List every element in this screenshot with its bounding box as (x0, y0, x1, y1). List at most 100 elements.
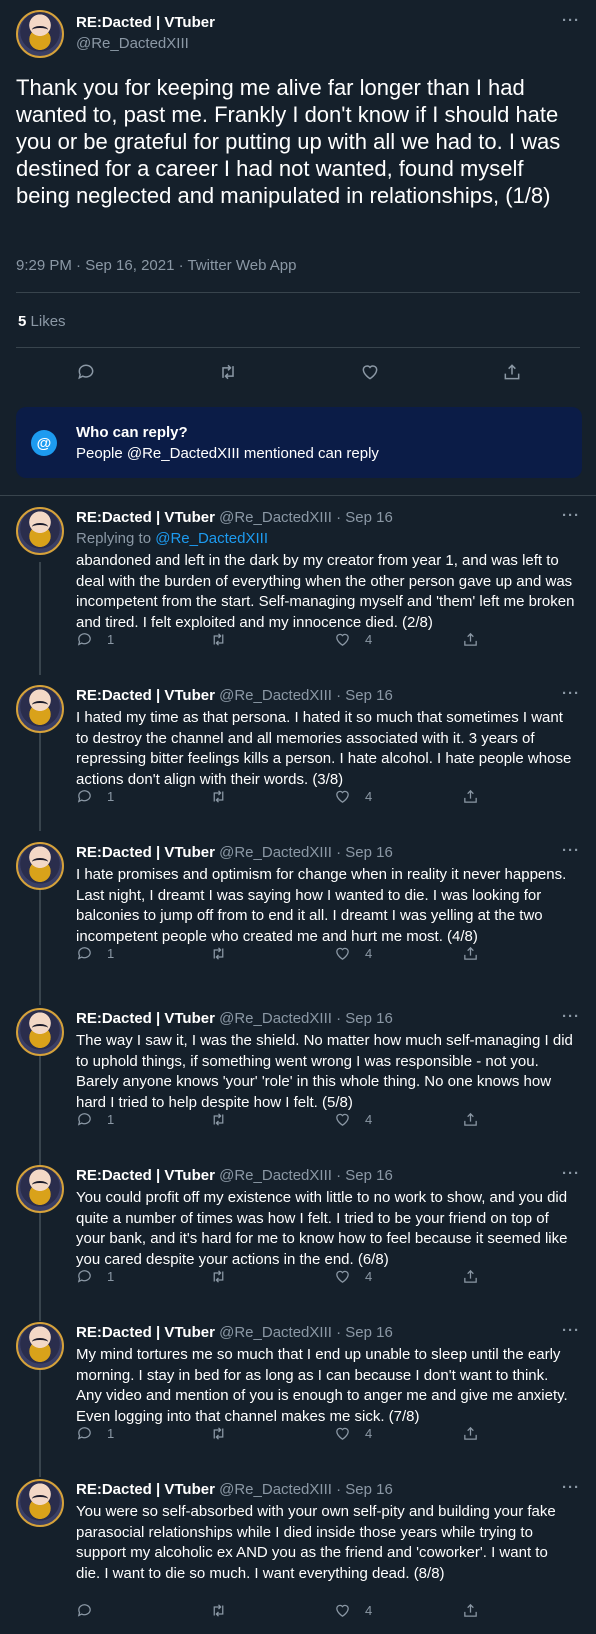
share-button[interactable] (462, 631, 493, 648)
reply-actions: 1 4 (76, 631, 576, 655)
comment-icon (77, 790, 91, 803)
avatar[interactable] (16, 685, 64, 733)
more-icon[interactable]: ··· (562, 507, 580, 524)
comment-icon (77, 947, 91, 960)
tweet-date[interactable]: Sep 16 (345, 1167, 393, 1184)
more-icon[interactable]: ··· (562, 1322, 580, 1339)
reply-header: RE:Dacted | VTuber @Re_DactedXIII · Sep … (76, 844, 393, 861)
retweet-button[interactable] (210, 788, 241, 805)
more-icon[interactable]: ··· (562, 1008, 580, 1025)
share-button[interactable] (462, 1425, 493, 1442)
share-button[interactable] (462, 1268, 493, 1285)
reply-tweet[interactable]: RE:Dacted | VTuber @Re_DactedXIII · Sep … (0, 497, 596, 670)
like-button[interactable]: 4 (334, 788, 372, 805)
tweet-date[interactable]: Sep 16 (345, 509, 393, 526)
author-name[interactable]: RE:Dacted | VTuber (76, 1481, 215, 1498)
author-name[interactable]: RE:Dacted | VTuber (76, 509, 215, 526)
reply-button[interactable]: 1 (76, 1425, 114, 1442)
author-handle[interactable]: @Re_DactedXIII (219, 1324, 332, 1341)
more-icon[interactable]: ··· (562, 12, 580, 29)
avatar[interactable] (16, 10, 64, 58)
share-button[interactable] (462, 1111, 493, 1128)
retweet-button[interactable] (210, 1425, 241, 1442)
share-button[interactable] (462, 788, 493, 805)
reply-button[interactable]: 1 (76, 1268, 114, 1285)
reply-tweet[interactable]: RE:Dacted | VTuber @Re_DactedXIII · Sep … (0, 998, 596, 1149)
reply-button[interactable]: 1 (76, 1111, 114, 1128)
comment-icon (77, 633, 91, 646)
reply-tweet[interactable]: RE:Dacted | VTuber @Re_DactedXIII · Sep … (0, 1312, 596, 1463)
avatar[interactable] (16, 1322, 64, 1370)
likes-label: Likes (30, 313, 66, 330)
avatar[interactable] (16, 1479, 64, 1527)
likes-count[interactable]: 5 Likes (18, 313, 66, 330)
reply-text: abandoned and left in the dark by my cre… (76, 552, 575, 631)
replying-to-link[interactable]: @Re_DactedXIII (155, 530, 268, 547)
separator-dot: · (336, 1167, 342, 1184)
retweet-button[interactable] (210, 945, 241, 962)
author-name[interactable]: RE:Dacted | VTuber (76, 844, 215, 861)
like-count: 4 (365, 1112, 373, 1127)
share-icon (464, 789, 477, 803)
avatar[interactable] (16, 1008, 64, 1056)
author-name[interactable]: RE:Dacted | VTuber (76, 14, 215, 31)
comment-icon (77, 1604, 91, 1617)
reply-button[interactable]: 1 (76, 788, 114, 805)
avatar[interactable] (16, 842, 64, 890)
reply-tweet[interactable]: RE:Dacted | VTuber @Re_DactedXIII · Sep … (0, 1155, 596, 1306)
reply-button[interactable]: 1 (76, 945, 114, 962)
like-button[interactable]: 4 (334, 631, 372, 648)
tweet-date[interactable]: Sep 16 (345, 687, 393, 704)
like-button[interactable] (358, 360, 382, 384)
retweet-button[interactable] (216, 360, 240, 384)
like-button[interactable]: 4 (334, 945, 372, 962)
share-icon (504, 364, 520, 380)
heart-icon (336, 947, 349, 960)
heart-icon (336, 1604, 349, 1617)
comment-icon (77, 1427, 91, 1440)
avatar[interactable] (16, 507, 64, 555)
reply-text: The way I saw it, I was the shield. No m… (76, 1032, 573, 1111)
like-button[interactable]: 4 (334, 1602, 372, 1619)
reply-tweet[interactable]: RE:Dacted | VTuber @Re_DactedXIII · Sep … (0, 1469, 596, 1629)
tweet-date[interactable]: Sep 16 (345, 1481, 393, 1498)
tweet-meta[interactable]: 9:29 PM · Sep 16, 2021 · Twitter Web App (16, 257, 296, 274)
author-handle[interactable]: @Re_DactedXIII (219, 687, 332, 704)
reply-tweet[interactable]: RE:Dacted | VTuber @Re_DactedXIII · Sep … (0, 675, 596, 826)
reply-button[interactable] (74, 360, 98, 384)
more-icon[interactable]: ··· (562, 685, 580, 702)
reply-header: RE:Dacted | VTuber @Re_DactedXIII · Sep … (76, 1324, 393, 1341)
author-name[interactable]: RE:Dacted | VTuber (76, 1167, 215, 1184)
retweet-button[interactable] (210, 1602, 241, 1619)
like-button[interactable]: 4 (334, 1425, 372, 1442)
author-handle[interactable]: @Re_DactedXIII (219, 1481, 332, 1498)
like-button[interactable]: 4 (334, 1268, 372, 1285)
more-icon[interactable]: ··· (562, 842, 580, 859)
tweet-date[interactable]: Sep 16 (345, 844, 393, 861)
tweet-date[interactable]: Sep 16 (345, 1324, 393, 1341)
share-button[interactable] (462, 1602, 493, 1619)
reply-tweet[interactable]: RE:Dacted | VTuber @Re_DactedXIII · Sep … (0, 832, 596, 983)
reply-button[interactable] (76, 1602, 107, 1619)
reply-button[interactable]: 1 (76, 631, 114, 648)
like-button[interactable]: 4 (334, 1111, 372, 1128)
retweet-button[interactable] (210, 631, 241, 648)
retweet-button[interactable] (210, 1111, 241, 1128)
author-handle[interactable]: @Re_DactedXIII (76, 35, 189, 52)
author-name[interactable]: RE:Dacted | VTuber (76, 687, 215, 704)
retweet-button[interactable] (210, 1268, 241, 1285)
share-button[interactable] (500, 360, 524, 384)
author-name[interactable]: RE:Dacted | VTuber (76, 1010, 215, 1027)
tweet-date[interactable]: Sep 16 (345, 1010, 393, 1027)
author-handle[interactable]: @Re_DactedXIII (219, 509, 332, 526)
retweet-icon (213, 1270, 224, 1283)
author-handle[interactable]: @Re_DactedXIII (219, 844, 332, 861)
avatar[interactable] (16, 1165, 64, 1213)
share-button[interactable] (462, 945, 493, 962)
more-icon[interactable]: ··· (562, 1165, 580, 1182)
author-handle[interactable]: @Re_DactedXIII (219, 1167, 332, 1184)
separator-dot: · (336, 509, 342, 526)
author-handle[interactable]: @Re_DactedXIII (219, 1010, 332, 1027)
author-name[interactable]: RE:Dacted | VTuber (76, 1324, 215, 1341)
more-icon[interactable]: ··· (562, 1479, 580, 1496)
